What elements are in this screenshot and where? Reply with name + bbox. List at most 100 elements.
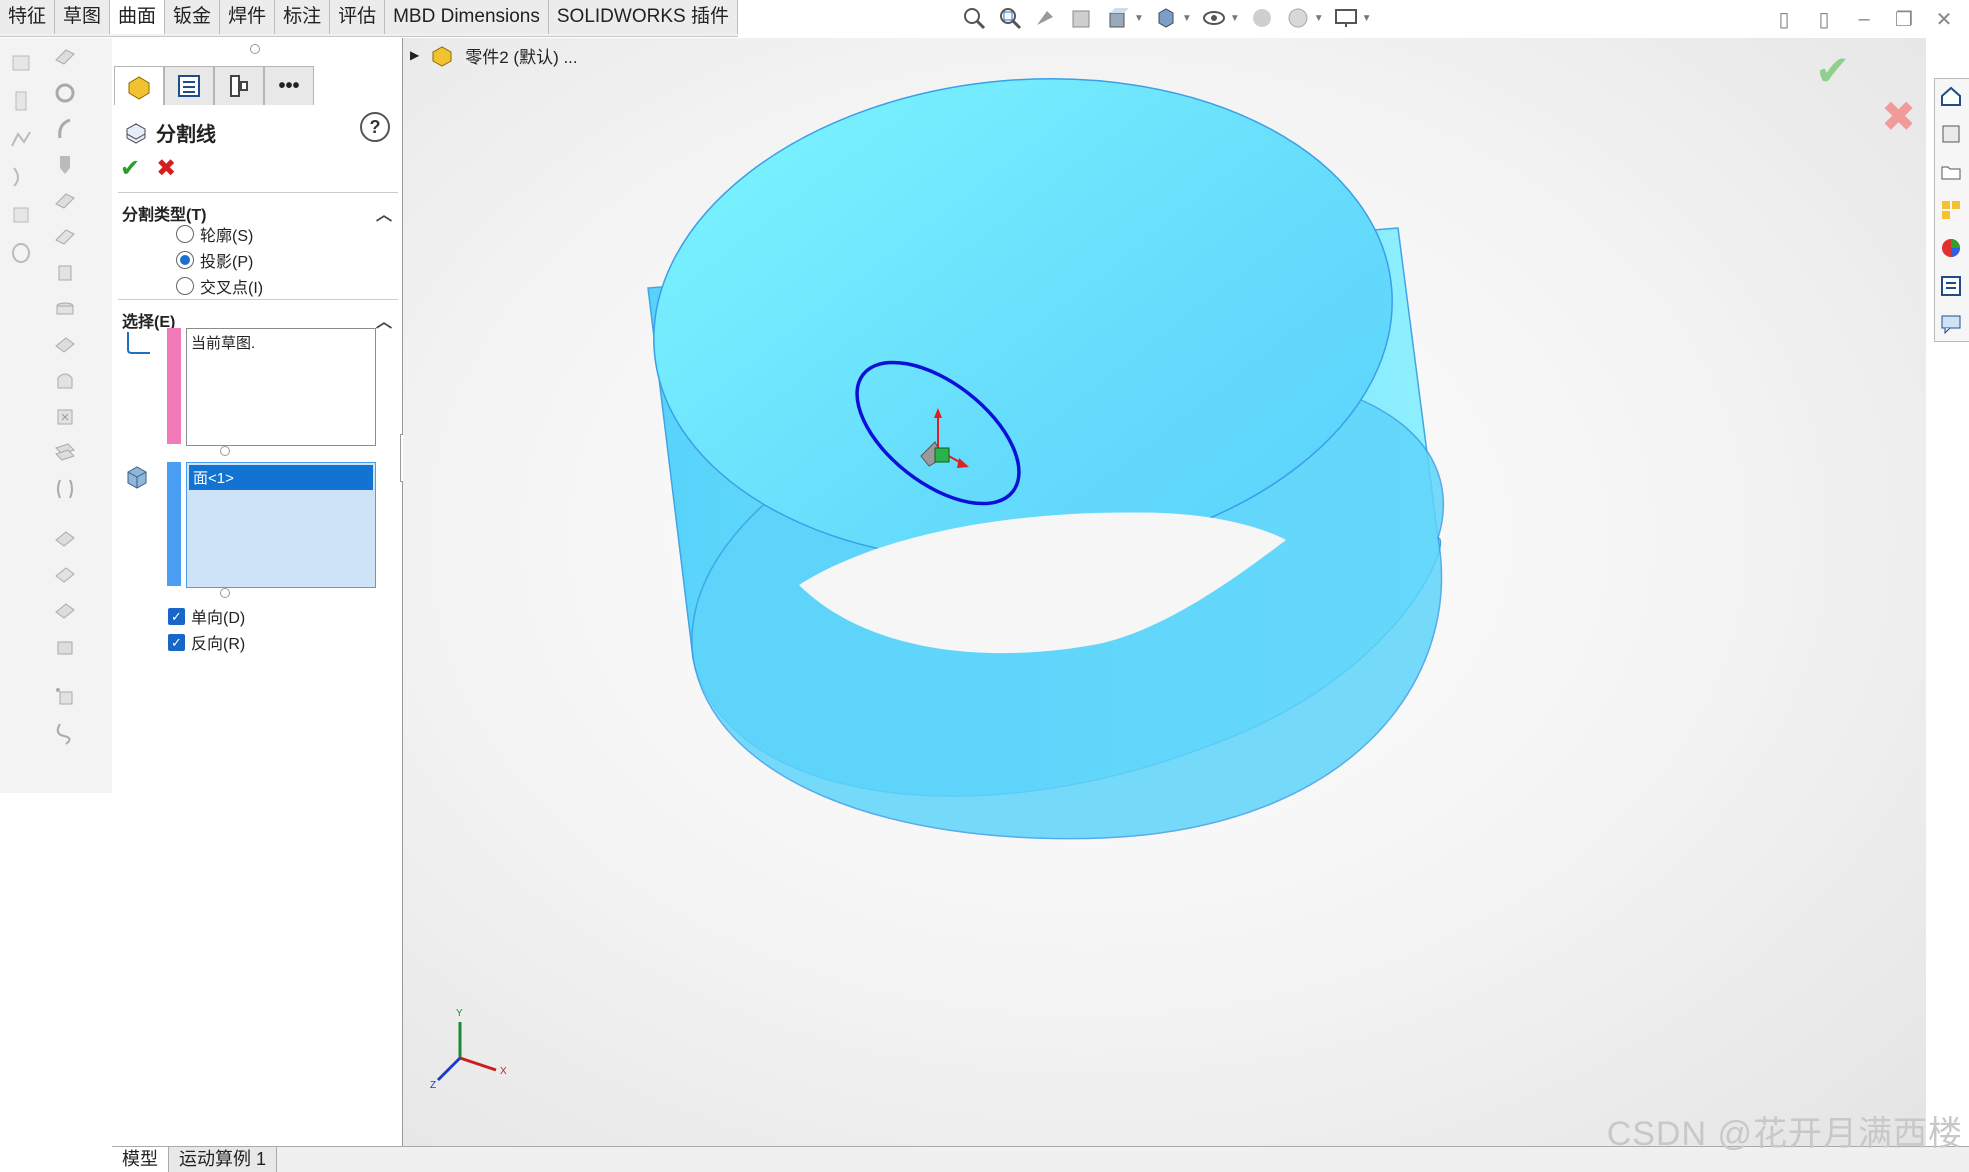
view-orientation-icon[interactable] xyxy=(1104,4,1132,32)
knit-surface-icon[interactable] xyxy=(50,294,80,324)
split-line-icon[interactable] xyxy=(50,632,80,662)
freeform-icon[interactable] xyxy=(50,474,80,504)
radio-intersection[interactable]: 交叉点(I) xyxy=(176,274,263,298)
replace-face-icon[interactable] xyxy=(50,366,80,396)
face-selection-item[interactable]: 面<1> xyxy=(189,465,373,490)
tab-features[interactable]: 特征 xyxy=(0,0,56,34)
list-resize-handle[interactable] xyxy=(220,588,230,598)
pm-title-row: 分割线 xyxy=(124,118,216,147)
confirm-cancel-icon[interactable]: ✖ xyxy=(1881,92,1916,141)
sketch-selection-box[interactable]: 当前草图. xyxy=(186,328,376,446)
list-resize-handle[interactable] xyxy=(220,446,230,456)
hide-show-items-icon[interactable] xyxy=(1200,4,1228,32)
zoom-to-area-icon[interactable] xyxy=(996,4,1024,32)
tab-markup[interactable]: 标注 xyxy=(275,0,331,34)
radiate-surface-icon[interactable] xyxy=(50,596,80,626)
untrim-surface-icon[interactable] xyxy=(50,258,80,288)
apply-scene-icon[interactable] xyxy=(1284,4,1312,32)
section-view-icon[interactable] xyxy=(1068,4,1096,32)
revolved-surface-icon[interactable] xyxy=(6,86,36,116)
tab-weldments[interactable]: 焊件 xyxy=(220,0,276,34)
display-style-icon[interactable] xyxy=(1152,4,1180,32)
cancel-button[interactable]: ✖ xyxy=(156,154,176,183)
surface-flatten-icon[interactable] xyxy=(50,524,80,554)
view-settings-icon[interactable] xyxy=(1332,4,1360,32)
previous-view-icon[interactable] xyxy=(1032,4,1060,32)
svg-text:X: X xyxy=(500,1066,507,1077)
close-icon[interactable]: ✕ xyxy=(1931,6,1957,32)
model-view: Y X Z xyxy=(430,77,1445,1091)
solidworks-resources-icon[interactable] xyxy=(1935,79,1967,113)
delete-face-icon[interactable] xyxy=(50,402,80,432)
offset-surface-icon[interactable] xyxy=(50,78,80,108)
face-selection-stripe xyxy=(167,462,181,586)
cut-with-surface-icon[interactable] xyxy=(50,438,80,468)
tab-sheet-metal[interactable]: 钣金 xyxy=(165,0,221,34)
help-icon[interactable]: ? xyxy=(360,112,390,142)
fillet-icon[interactable] xyxy=(50,150,80,180)
feature-tree-flyout: ▶ 零件2 (默认) ... xyxy=(410,42,578,68)
view-palette-icon[interactable] xyxy=(1935,193,1967,227)
reference-geometry-icon[interactable] xyxy=(50,682,80,712)
forum-icon[interactable] xyxy=(1935,307,1967,341)
lofted-surface-icon[interactable] xyxy=(6,162,36,192)
graphics-area[interactable]: Y X Z ✔ ✖ xyxy=(403,38,1926,1146)
swept-surface-icon[interactable] xyxy=(6,124,36,154)
boundary-surface-icon[interactable] xyxy=(6,200,36,230)
tab-sketch[interactable]: 草图 xyxy=(55,0,111,34)
tile-right-icon[interactable]: ▯ xyxy=(1811,6,1837,32)
single-direction-checkbox[interactable]: ✓ 单向(D) xyxy=(168,604,245,628)
tab-solidworks-addins[interactable]: SOLIDWORKS 插件 xyxy=(548,0,738,34)
tab-property-manager[interactable] xyxy=(164,66,214,105)
sketch-selection-item[interactable]: 当前草图. xyxy=(187,329,375,356)
expand-arrow-icon[interactable]: ▶ xyxy=(410,48,419,62)
thicken-icon[interactable] xyxy=(50,330,80,360)
tab-surfaces[interactable]: 曲面 xyxy=(110,0,166,34)
tab-feature-manager[interactable] xyxy=(114,66,164,105)
radio-button-selected[interactable] xyxy=(176,251,194,269)
radio-button[interactable] xyxy=(176,277,194,295)
reverse-direction-checkbox[interactable]: ✓ 反向(R) xyxy=(168,630,245,654)
watermark: CSDN @花开月满西楼 xyxy=(1606,1115,1963,1153)
face-selection-box[interactable]: 面<1> xyxy=(186,462,376,588)
ok-button[interactable]: ✔ xyxy=(120,154,140,183)
planar-surface-icon[interactable] xyxy=(50,42,80,72)
zoom-to-fit-icon[interactable] xyxy=(960,4,988,32)
radio-projection[interactable]: 投影(P) xyxy=(176,248,253,272)
restore-icon[interactable]: ❐ xyxy=(1891,6,1917,32)
checkbox-checked[interactable]: ✓ xyxy=(168,607,185,625)
collapse-chevron-icon[interactable]: ︿ xyxy=(376,201,392,225)
radio-silhouette[interactable]: 轮廓(S) xyxy=(176,222,253,246)
ruled-surface-icon[interactable] xyxy=(50,114,80,144)
pm-resize-handle[interactable] xyxy=(250,44,260,54)
tab-configuration-manager[interactable] xyxy=(214,66,264,105)
extruded-surface-icon[interactable] xyxy=(6,48,36,78)
confirm-ok-icon[interactable]: ✔ xyxy=(1815,46,1850,95)
checkbox-checked[interactable]: ✓ xyxy=(168,633,185,651)
mid-surface-icon[interactable] xyxy=(50,560,80,590)
design-library-icon[interactable] xyxy=(1935,117,1967,151)
tab-more[interactable]: ••• xyxy=(264,66,314,105)
tab-mbd-dimensions[interactable]: MBD Dimensions xyxy=(385,0,549,34)
curves-icon[interactable] xyxy=(50,718,80,748)
tab-motion-study-1[interactable]: 运动算例 1 xyxy=(169,1147,278,1172)
radio-button[interactable] xyxy=(176,225,194,243)
surfaces-toolbar xyxy=(0,38,113,793)
extend-surface-icon[interactable] xyxy=(50,186,80,216)
tab-model[interactable]: 模型 xyxy=(112,1147,169,1172)
pm-tab-bar: ••• xyxy=(114,66,314,105)
minimize-icon[interactable]: – xyxy=(1851,6,1877,32)
pm-title: 分割线 xyxy=(156,124,216,146)
tab-evaluate[interactable]: 评估 xyxy=(330,0,386,34)
trim-surface-icon[interactable] xyxy=(50,222,80,252)
svg-text:Z: Z xyxy=(430,1080,436,1091)
custom-properties-icon[interactable] xyxy=(1935,269,1967,303)
tile-left-icon[interactable]: ▯ xyxy=(1771,6,1797,32)
part-name[interactable]: 零件2 (默认) ... xyxy=(465,43,577,68)
file-explorer-icon[interactable] xyxy=(1935,155,1967,189)
edit-appearance-icon[interactable] xyxy=(1248,4,1276,32)
filled-surface-icon[interactable] xyxy=(6,238,36,268)
sketch-to-project-icon xyxy=(127,332,150,354)
appearances-icon[interactable] xyxy=(1935,231,1967,265)
collapse-chevron-icon[interactable]: ︿ xyxy=(376,308,392,332)
